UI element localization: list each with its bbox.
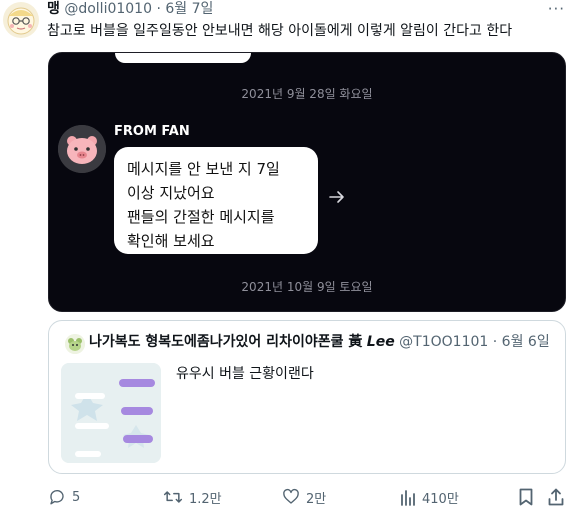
tweet-text: 참고로 버블을 일주일동안 안보내면 해당 아이돌에게 이렇게 알림이 간다고 …	[47, 23, 513, 39]
bookmark-icon	[518, 488, 534, 506]
author-handle[interactable]: @dolli01010	[64, 1, 152, 17]
quoted-handle: @T1OO1101	[399, 334, 489, 350]
separator-dot: ·	[492, 334, 498, 350]
tweet-header: 맹 @dolli01010 · 6월 7일	[47, 0, 213, 18]
quoted-tweet-header: 나가복도 형복도에좀나가있어 리차이야폰쿨 黃 Lee @T1OO1101 · …	[89, 333, 550, 351]
tweet-date[interactable]: 6월 7일	[165, 1, 213, 17]
retweet-icon	[163, 488, 183, 506]
retweet-count: 1.2만	[189, 491, 222, 507]
quoted-tweet[interactable]: 나가복도 형복도에좀나가있어 리차이야폰쿨 黃 Lee @T1OO1101 · …	[48, 320, 566, 474]
message-line: 메시지를 안 보낸 지 7일	[127, 160, 280, 178]
separator-dot: ·	[156, 1, 161, 17]
quoted-display-name-suffix: Lee	[366, 334, 395, 350]
author-avatar[interactable]	[3, 2, 39, 38]
heart-icon	[282, 488, 300, 506]
date-separator-bottom: 2021년 10월 9일 토요일	[241, 280, 373, 294]
previous-message-bubble	[115, 53, 251, 63]
like-button[interactable]: 2만	[282, 486, 326, 508]
message-line: 이상 지났어요	[127, 184, 215, 202]
tweet-media-image[interactable]: 2021년 9월 28일 화요일 FROM FAN 메시지를 안 보낸 지 7일…	[48, 52, 566, 312]
fan-avatar	[58, 125, 106, 173]
quoted-tweet-text: 유우시 버블 근황이랜다	[176, 366, 314, 382]
arrow-right-icon	[328, 189, 346, 203]
message-bubble: 메시지를 안 보낸 지 7일 이상 지났어요 팬들의 간절한 메시지를 확인해 …	[114, 147, 318, 254]
quoted-date: 6월 6일	[501, 334, 550, 350]
views-button[interactable]: 410만	[400, 486, 459, 508]
quoted-display-name: 나가복도 형복도에좀나가있어 리차이야폰쿨 黃	[89, 334, 363, 350]
message-line: 팬들의 간절한 메시지를	[127, 208, 275, 226]
view-count: 410만	[422, 491, 459, 507]
tweet-action-bar: 5 1.2만 2만 410만	[48, 486, 566, 508]
bookmark-button[interactable]	[518, 486, 534, 508]
quoted-author-avatar	[65, 334, 85, 354]
sender-label: FROM FAN	[114, 124, 190, 139]
more-options-icon[interactable]: ···	[548, 0, 565, 18]
like-count: 2만	[306, 491, 327, 507]
date-separator-top: 2021년 9월 28일 화요일	[241, 87, 373, 101]
quoted-media-thumbnail	[61, 363, 161, 463]
message-line: 확인해 보세요	[127, 232, 215, 250]
author-display-name[interactable]: 맹	[47, 1, 60, 17]
retweet-button[interactable]: 1.2만	[163, 486, 222, 508]
reply-button[interactable]: 5	[48, 486, 80, 508]
share-button[interactable]	[548, 486, 564, 508]
reply-icon	[48, 488, 66, 506]
reply-count: 5	[72, 489, 81, 505]
share-icon	[548, 488, 564, 506]
views-chart-icon	[400, 488, 416, 506]
